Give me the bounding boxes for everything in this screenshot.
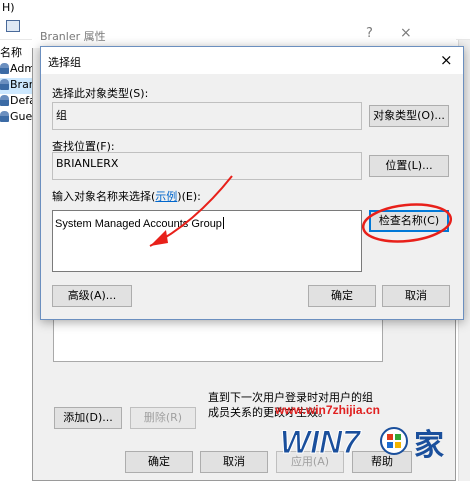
watermark-logo: WIN7 家 (280, 424, 445, 464)
annotation-layer (149, 175, 453, 247)
watermark-url: www.win7zhijia.cn (275, 403, 380, 417)
windows-logo-icon (380, 427, 408, 455)
annotation-arrow (149, 175, 233, 247)
watermark-logo-text: WIN7 (280, 424, 362, 460)
annotation-circle (361, 203, 453, 243)
watermark-logo-suffix: 家 (414, 428, 444, 463)
